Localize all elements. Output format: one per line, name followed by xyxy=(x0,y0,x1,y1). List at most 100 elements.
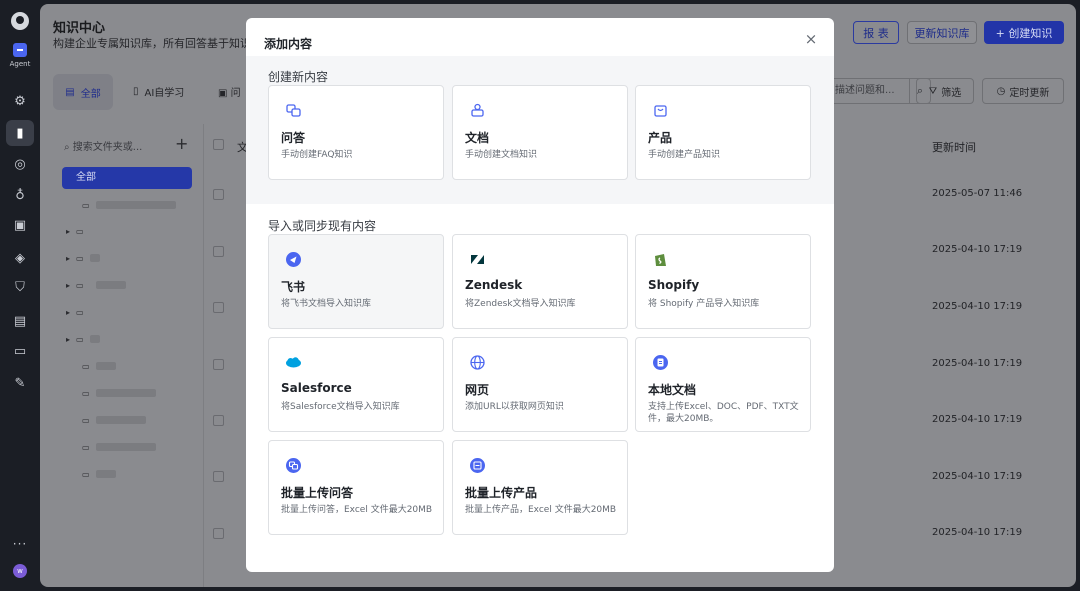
folder-row[interactable]: ▸ ▭ xyxy=(66,252,100,264)
row-checkbox[interactable] xyxy=(213,415,224,426)
select-all-checkbox[interactable] xyxy=(213,139,224,150)
import-salesforce-card[interactable]: Salesforce 将Salesforce文档导入知识库 xyxy=(268,337,444,432)
card-title: 文档 xyxy=(465,131,490,145)
feishu-icon xyxy=(285,251,302,268)
chevron-right-icon: ▸ xyxy=(66,307,71,317)
folder-icon: ▭ xyxy=(82,361,90,371)
shield-icon[interactable]: ⛉ xyxy=(12,279,28,295)
close-icon[interactable]: × xyxy=(802,30,820,48)
document-icon xyxy=(469,102,486,119)
folder-all[interactable]: 全部 xyxy=(62,167,192,189)
card-description: 支持上传Excel、DOC、PDF、TXT文件，最大20MB。 xyxy=(648,402,799,424)
row-checkbox[interactable] xyxy=(213,302,224,313)
folder-icon: ▭ xyxy=(82,415,90,425)
folder-row[interactable]: ▭ xyxy=(82,441,156,453)
card-title: 批量上传问答 xyxy=(281,486,354,500)
create-product-card[interactable]: 产品 手动创建产品知识 xyxy=(635,85,811,180)
import-section-title: 导入或同步现有内容 xyxy=(268,219,377,233)
folder-icon: ▭ xyxy=(76,226,84,236)
folder-search-input[interactable]: ⌕ 搜索文件夹或... xyxy=(64,138,164,153)
filter-button[interactable]: ⛛ 筛选 xyxy=(916,78,974,104)
schedule-label: 定时更新 xyxy=(1009,87,1050,99)
folder-icon: ▭ xyxy=(76,334,84,344)
tab-all-label: 全部 xyxy=(80,88,101,100)
update-knowledge-button[interactable]: 更新知识库 xyxy=(907,21,977,44)
chevron-right-icon: ▸ xyxy=(66,226,71,236)
avatar[interactable]: w xyxy=(13,564,27,578)
bulk-upload-qa-card[interactable]: 批量上传问答 批量上传问答，Excel 文件最大20MB xyxy=(268,440,444,535)
tab-qa-label: 问 xyxy=(230,88,241,99)
table-row-update-time: 2025-04-10 17:19 xyxy=(932,471,1023,482)
robot-icon[interactable]: ♁ xyxy=(12,187,28,203)
tab-ai-learning[interactable]: ▯ AI自学习 xyxy=(133,84,184,99)
logo-icon[interactable] xyxy=(11,12,29,30)
folder-row[interactable]: ▸ ▭ xyxy=(66,225,84,237)
card-description: 将 Shopify 产品导入知识库 xyxy=(648,299,760,309)
bulk-qa-icon xyxy=(285,457,302,474)
add-folder-button[interactable]: + xyxy=(175,134,188,153)
column-header-update-time: 更新时间 xyxy=(932,141,976,154)
folder-icon: ▭ xyxy=(82,388,90,398)
chevron-right-icon: ▸ xyxy=(66,253,71,263)
card-title: Shopify xyxy=(648,278,700,292)
qa-tab-icon: ▣ xyxy=(218,88,228,99)
cube-icon[interactable]: ◈ xyxy=(12,250,28,266)
card-description: 添加URL以获取网页知识 xyxy=(465,402,564,412)
create-section: 创建新内容 问答 手动创建FAQ知识 文档 手动创建文档知识 产品 手动创建产品… xyxy=(246,56,834,204)
tab-ai-learning-label: AI自学习 xyxy=(144,88,185,99)
row-checkbox[interactable] xyxy=(213,246,224,257)
gear-icon[interactable]: ⚙ xyxy=(12,93,28,109)
schedule-update-button[interactable]: ◷ 定时更新 xyxy=(982,78,1064,104)
folder-row[interactable]: ▸ ▭ xyxy=(66,306,84,318)
row-checkbox[interactable] xyxy=(213,528,224,539)
monitor-icon[interactable]: ▭ xyxy=(12,343,28,359)
folder-row[interactable]: ▭ xyxy=(82,199,176,211)
page-description: 构建企业专属知识库，所有回答基于知识生 xyxy=(53,37,262,50)
document-tab-icon: ▤ xyxy=(65,86,75,98)
tab-qa[interactable]: ▣ 问 xyxy=(218,84,241,99)
row-checkbox[interactable] xyxy=(213,359,224,370)
import-zendesk-card[interactable]: Zendesk 将Zendesk文档导入知识库 xyxy=(452,234,628,329)
tab-all[interactable]: ▤ 全部 xyxy=(53,74,113,110)
table-row-update-time: 2025-04-10 17:19 xyxy=(932,414,1023,425)
card-title: 批量上传产品 xyxy=(465,486,538,500)
bulk-upload-product-card[interactable]: 批量上传产品 批量上传产品，Excel 文件最大20MB xyxy=(452,440,628,535)
card-title: 飞书 xyxy=(281,280,306,294)
import-shopify-card[interactable]: Shopify 将 Shopify 产品导入知识库 xyxy=(635,234,811,329)
bulb-icon[interactable]: ◎ xyxy=(12,156,28,172)
folder-icon: ▭ xyxy=(76,307,84,317)
card-title: 产品 xyxy=(648,131,673,145)
folder-row[interactable]: ▸ ▭ xyxy=(66,279,126,291)
product-icon xyxy=(652,102,669,119)
agent-label[interactable]: Agent xyxy=(0,60,40,68)
row-checkbox[interactable] xyxy=(213,189,224,200)
folder-row[interactable]: ▭ xyxy=(82,414,146,426)
import-webpage-card[interactable]: 网页 添加URL以获取网页知识 xyxy=(452,337,628,432)
book-icon[interactable]: ▮ xyxy=(6,120,34,146)
create-qa-card[interactable]: 问答 手动创建FAQ知识 xyxy=(268,85,444,180)
sidebar-divider xyxy=(203,124,204,587)
table-search-input[interactable]: 描述问题和... xyxy=(830,78,910,104)
import-local-file-card[interactable]: 本地文档 支持上传Excel、DOC、PDF、TXT文件，最大20MB。 xyxy=(635,337,811,432)
code-icon[interactable]: ▣ xyxy=(12,217,28,233)
folder-icon: ▭ xyxy=(76,253,84,263)
report-button[interactable]: 报 表 xyxy=(853,21,899,44)
wrench-icon[interactable]: ✎ xyxy=(12,375,28,391)
qa-icon xyxy=(285,102,302,119)
table-row-update-time: 2025-04-10 17:19 xyxy=(932,301,1023,312)
import-feishu-card[interactable]: 飞书 将飞书文档导入知识库 xyxy=(268,234,444,329)
folder-row[interactable]: ▭ xyxy=(82,387,156,399)
folder-row[interactable]: ▭ xyxy=(82,468,116,480)
more-icon[interactable]: ··· xyxy=(0,537,40,551)
create-document-card[interactable]: 文档 手动创建文档知识 xyxy=(452,85,628,180)
agent-icon[interactable] xyxy=(13,43,27,57)
inbox-icon[interactable]: ▤ xyxy=(12,313,28,329)
create-knowledge-button[interactable]: + 创建知识 xyxy=(984,21,1064,44)
card-title: Salesforce xyxy=(281,381,352,395)
shopify-icon xyxy=(652,251,669,268)
folder-row[interactable]: ▸ ▭ xyxy=(66,333,100,345)
zendesk-icon xyxy=(469,251,486,268)
row-checkbox[interactable] xyxy=(213,471,224,482)
folder-row[interactable]: ▭ xyxy=(82,360,116,372)
salesforce-icon xyxy=(285,354,302,371)
